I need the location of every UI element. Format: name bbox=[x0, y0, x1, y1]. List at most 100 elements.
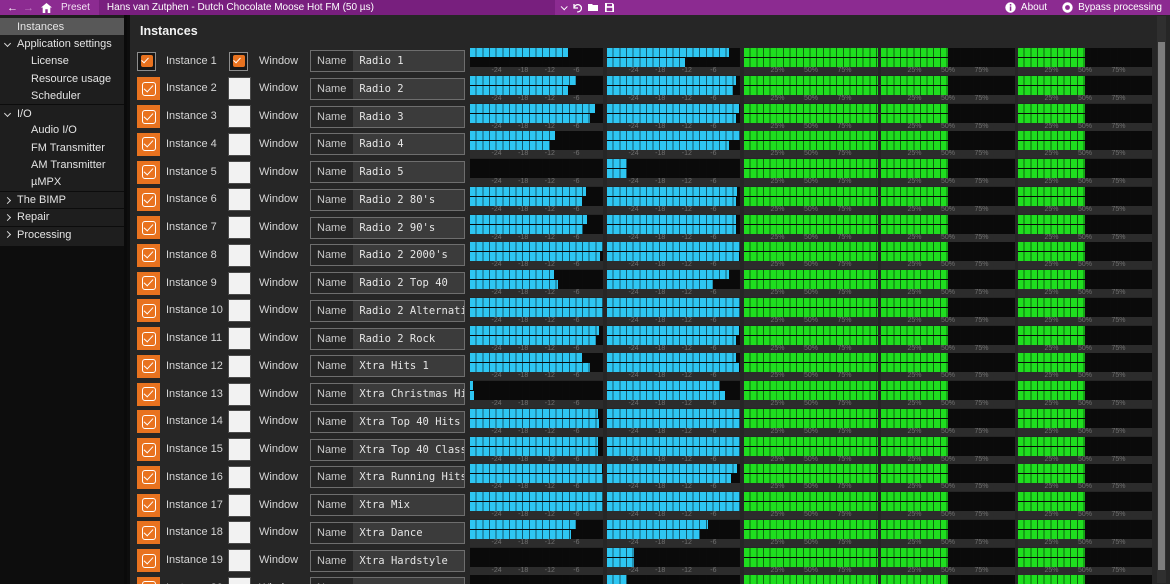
name-input[interactable]: Xtra Hardstyle bbox=[353, 551, 464, 571]
name-field[interactable]: NameXtra Dance bbox=[310, 522, 465, 544]
name-input[interactable]: Radio 2 80's bbox=[353, 190, 464, 210]
instance-enabled-checkbox[interactable] bbox=[137, 577, 160, 584]
instance-enabled-checkbox[interactable] bbox=[137, 494, 160, 517]
window-checkbox[interactable] bbox=[229, 356, 250, 377]
name-field[interactable]: NameRadio 2 Alternative bbox=[310, 300, 465, 322]
name-input[interactable]: Radio 4 bbox=[353, 134, 464, 154]
name-input[interactable]: Radio 2 Alternative bbox=[353, 301, 464, 321]
name-field[interactable]: NameRadio 4 bbox=[310, 133, 465, 155]
instance-enabled-checkbox[interactable] bbox=[137, 161, 160, 184]
name-input[interactable]: Xtra Top 40 Classic bbox=[353, 440, 464, 460]
instance-enabled-checkbox[interactable] bbox=[137, 133, 160, 156]
sidebar-item-resource-usage[interactable]: Resource usage bbox=[0, 70, 124, 87]
window-checkbox[interactable] bbox=[229, 189, 250, 210]
name-field[interactable]: NameXtra Top 40 Hits bbox=[310, 411, 465, 433]
instance-enabled-checkbox[interactable] bbox=[137, 216, 160, 239]
window-checkbox[interactable] bbox=[229, 162, 250, 183]
chevron-down-icon[interactable] bbox=[5, 41, 15, 46]
window-checkbox[interactable] bbox=[229, 411, 250, 432]
instance-enabled-checkbox[interactable] bbox=[137, 299, 160, 322]
name-field[interactable]: NameRadio 2 Rock bbox=[310, 328, 465, 350]
name-field[interactable]: NameRadio 2 2000's bbox=[310, 244, 465, 266]
name-input[interactable]: Radio 2 90's bbox=[353, 218, 464, 238]
name-input[interactable]: Radio 2 bbox=[353, 79, 464, 99]
name-field[interactable]: NameXtra Top 40 Classic bbox=[310, 439, 465, 461]
instance-enabled-checkbox[interactable] bbox=[137, 383, 160, 406]
instance-enabled-checkbox[interactable] bbox=[137, 272, 160, 295]
name-input[interactable]: Radio 2 Top 40 bbox=[353, 273, 464, 293]
window-checkbox[interactable] bbox=[229, 78, 250, 99]
sidebar-item-audio-i-o[interactable]: Audio I/O bbox=[0, 122, 124, 139]
sidebar-item-scheduler[interactable]: Scheduler bbox=[0, 87, 124, 104]
save-icon[interactable] bbox=[605, 0, 614, 15]
window-checkbox[interactable] bbox=[229, 106, 250, 127]
chevron-right-icon[interactable] bbox=[5, 232, 15, 237]
preset-name-field[interactable]: Hans van Zutphen - Dutch Chocolate Moose… bbox=[99, 0, 555, 15]
chevron-right-icon[interactable] bbox=[5, 198, 15, 203]
window-checkbox[interactable] bbox=[229, 522, 250, 543]
window-checkbox[interactable] bbox=[229, 52, 248, 71]
about-icon[interactable] bbox=[1005, 0, 1016, 15]
name-input[interactable]: Xtra Hits 1 bbox=[353, 356, 464, 376]
forward-icon[interactable]: → bbox=[23, 0, 34, 15]
instance-enabled-checkbox[interactable] bbox=[137, 438, 160, 461]
instance-enabled-checkbox[interactable] bbox=[137, 466, 160, 489]
sidebar-item-mpx[interactable]: µMPX bbox=[0, 174, 124, 191]
window-checkbox[interactable] bbox=[229, 578, 250, 584]
name-field[interactable]: NameXtra Hardstyle bbox=[310, 550, 465, 572]
name-field[interactable]: NameXtra Mix bbox=[310, 494, 465, 516]
name-input[interactable]: Xtra Christmas Hits bbox=[353, 384, 464, 404]
window-checkbox[interactable] bbox=[229, 328, 250, 349]
bypass-processing-button[interactable]: Bypass processing bbox=[1078, 2, 1162, 13]
window-checkbox[interactable] bbox=[229, 467, 250, 488]
sidebar-item-processing[interactable]: Processing bbox=[0, 226, 124, 243]
window-checkbox[interactable] bbox=[229, 245, 250, 266]
name-field[interactable]: NameRadio 2 bbox=[310, 78, 465, 100]
instance-enabled-checkbox[interactable] bbox=[137, 549, 160, 572]
name-field[interactable]: NameRadio 1 bbox=[310, 50, 465, 72]
instance-enabled-checkbox[interactable] bbox=[137, 77, 160, 100]
instance-enabled-checkbox[interactable] bbox=[137, 521, 160, 544]
window-checkbox[interactable] bbox=[229, 134, 250, 155]
name-field[interactable]: NameRadio 2 90's bbox=[310, 217, 465, 239]
instance-enabled-checkbox[interactable] bbox=[137, 52, 156, 71]
name-input[interactable]: Xtra Mix bbox=[353, 495, 464, 515]
instance-enabled-checkbox[interactable] bbox=[137, 327, 160, 350]
back-icon[interactable]: ← bbox=[7, 0, 18, 15]
chevron-right-icon[interactable] bbox=[5, 215, 15, 220]
name-input[interactable] bbox=[353, 578, 464, 584]
scrollbar-thumb[interactable] bbox=[1158, 42, 1165, 570]
instance-enabled-checkbox[interactable] bbox=[137, 244, 160, 267]
name-field[interactable]: NameRadio 2 80's bbox=[310, 189, 465, 211]
window-checkbox[interactable] bbox=[229, 217, 250, 238]
window-checkbox[interactable] bbox=[229, 495, 250, 516]
home-icon[interactable] bbox=[41, 0, 52, 15]
sidebar-item-am-transmitter[interactable]: AM Transmitter bbox=[0, 156, 124, 173]
instance-enabled-checkbox[interactable] bbox=[137, 410, 160, 433]
sidebar-item-the-bimp[interactable]: The BIMP bbox=[0, 191, 124, 208]
name-input[interactable]: Radio 5 bbox=[353, 162, 464, 182]
name-field[interactable]: NameXtra Christmas Hits bbox=[310, 383, 465, 405]
name-input[interactable]: Radio 3 bbox=[353, 107, 464, 127]
undo-icon[interactable] bbox=[572, 0, 582, 15]
chevron-down-icon[interactable] bbox=[561, 3, 568, 10]
name-field[interactable]: Name bbox=[310, 577, 465, 584]
sidebar-item-fm-transmitter[interactable]: FM Transmitter bbox=[0, 139, 124, 156]
window-checkbox[interactable] bbox=[229, 300, 250, 321]
chevron-down-icon[interactable] bbox=[5, 111, 15, 116]
name-input[interactable]: Radio 1 bbox=[353, 51, 464, 71]
name-input[interactable]: Xtra Dance bbox=[353, 523, 464, 543]
sidebar-item-instances[interactable]: Instances bbox=[0, 18, 124, 35]
name-input[interactable]: Radio 2 Rock bbox=[353, 329, 464, 349]
name-field[interactable]: NameXtra Running Hits bbox=[310, 466, 465, 488]
instance-enabled-checkbox[interactable] bbox=[137, 105, 160, 128]
window-checkbox[interactable] bbox=[229, 550, 250, 571]
instance-enabled-checkbox[interactable] bbox=[137, 355, 160, 378]
sidebar-item-application-settings[interactable]: Application settings bbox=[0, 35, 124, 52]
vertical-scrollbar[interactable] bbox=[1157, 16, 1166, 583]
sidebar-item-license[interactable]: License bbox=[0, 53, 124, 70]
about-button[interactable]: About bbox=[1021, 2, 1047, 13]
name-input[interactable]: Xtra Top 40 Hits bbox=[353, 412, 464, 432]
name-field[interactable]: NameXtra Hits 1 bbox=[310, 355, 465, 377]
window-checkbox[interactable] bbox=[229, 384, 250, 405]
